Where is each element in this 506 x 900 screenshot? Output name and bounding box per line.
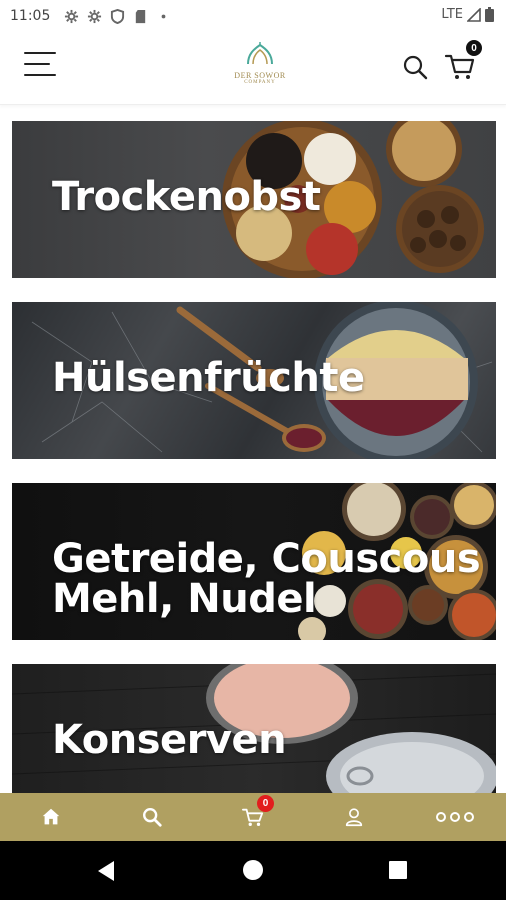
nav-cart[interactable]: 0 bbox=[202, 793, 303, 841]
status-time: 11:05 bbox=[10, 8, 51, 24]
logo-dome-icon bbox=[247, 42, 273, 65]
category-title: Trockenobst bbox=[52, 174, 321, 220]
category-title-line1: Trockenobst bbox=[52, 174, 321, 220]
home-icon bbox=[42, 808, 59, 825]
home-button[interactable] bbox=[243, 860, 263, 880]
logo-subtext: COMPANY bbox=[244, 80, 276, 85]
menu-line bbox=[24, 63, 50, 65]
category-title-line2: Mehl, Nudel bbox=[52, 576, 317, 622]
status-right: LTE bbox=[441, 7, 494, 22]
header-search-button[interactable] bbox=[402, 54, 428, 80]
category-title-line1: Konserven bbox=[52, 717, 287, 763]
category-card-huelsenfruechte[interactable]: Hülsenfrüchte bbox=[12, 302, 496, 459]
category-card-getreide[interactable]: Getreide, Couscous Mehl, Nudel bbox=[12, 483, 496, 640]
gear-icon bbox=[65, 9, 79, 23]
nav-account[interactable] bbox=[304, 793, 405, 841]
menu-line bbox=[24, 74, 56, 76]
bottom-nav: 0 bbox=[0, 793, 506, 841]
signal-icon bbox=[467, 7, 481, 22]
network-label: LTE bbox=[441, 7, 463, 22]
nav-more[interactable] bbox=[405, 793, 506, 841]
category-title-line1: Getreide, Couscous bbox=[52, 536, 481, 582]
user-icon bbox=[346, 808, 363, 827]
nav-cart-badge: 0 bbox=[257, 795, 274, 812]
search-icon bbox=[403, 55, 428, 80]
back-icon[interactable] bbox=[96, 860, 116, 882]
app-header: DER SOWOR COMPANY 0 bbox=[0, 32, 506, 105]
category-card-trockenobst[interactable]: Trockenobst bbox=[12, 121, 496, 278]
gear-icon bbox=[88, 9, 102, 23]
category-title: Hülsenfrüchte bbox=[52, 358, 365, 398]
logo-text: DER SOWOR bbox=[234, 71, 286, 80]
nav-home[interactable] bbox=[0, 793, 101, 841]
status-bar: 11:05 LTE bbox=[0, 0, 506, 32]
recents-button[interactable] bbox=[389, 861, 407, 879]
dot-icon bbox=[161, 14, 166, 18]
search-icon bbox=[142, 808, 162, 827]
header-cart-badge: 0 bbox=[466, 40, 482, 56]
sd-card-icon bbox=[136, 9, 146, 23]
category-card-konserven[interactable]: Konserven bbox=[12, 664, 496, 793]
nav-search[interactable] bbox=[101, 793, 202, 841]
company-logo[interactable]: DER SOWOR COMPANY bbox=[225, 42, 295, 98]
menu-button[interactable] bbox=[24, 52, 58, 78]
menu-line bbox=[24, 52, 56, 54]
category-title-line1: Hülsenfrüchte bbox=[52, 355, 365, 401]
shield-icon bbox=[111, 8, 125, 24]
status-icons bbox=[64, 8, 171, 24]
category-title: Konserven bbox=[52, 717, 287, 763]
category-title: Getreide, Couscous Mehl, Nudel bbox=[52, 536, 481, 622]
system-nav-bar bbox=[0, 841, 506, 900]
battery-icon bbox=[485, 7, 494, 22]
more-icon bbox=[436, 812, 475, 822]
